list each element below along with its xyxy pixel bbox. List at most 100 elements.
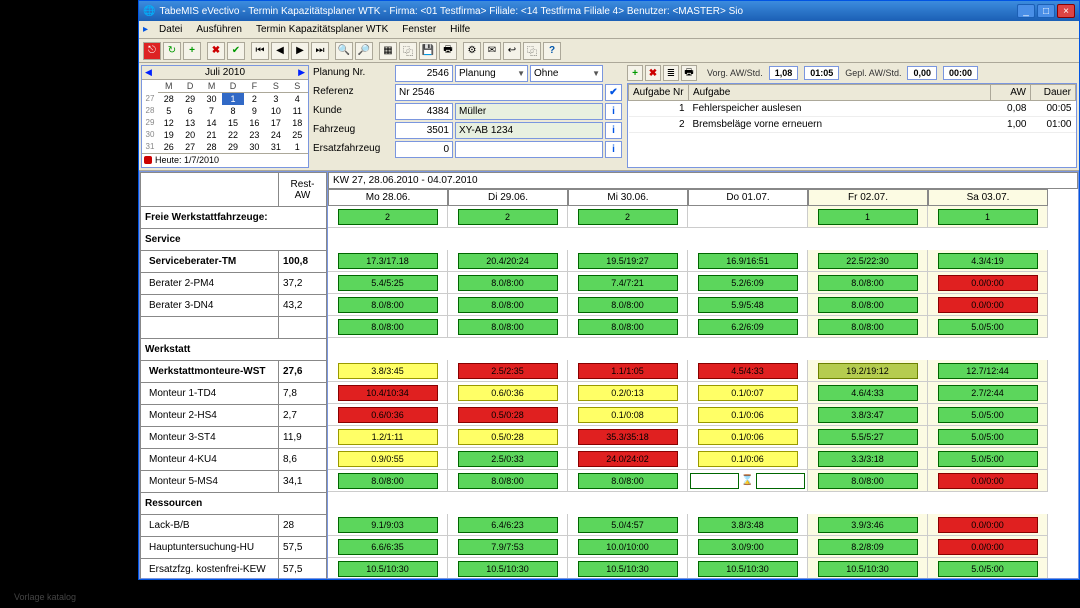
plan-select2[interactable]: Ohne — [530, 65, 603, 82]
zoom-icon[interactable]: 🔍 — [335, 42, 353, 60]
cal-day[interactable]: 29 — [222, 141, 243, 153]
today-label[interactable]: Heute: 1/7/2010 — [155, 155, 219, 165]
ers-field[interactable] — [455, 141, 603, 158]
capacity-pill[interactable]: 16.9/16:51 — [698, 253, 798, 269]
save-icon[interactable]: 💾 — [419, 42, 437, 60]
confirm-icon[interactable]: ✔ — [227, 42, 245, 60]
capacity-pill[interactable]: 5.5/5:27 — [818, 429, 918, 445]
capacity-pill[interactable]: 0.1/0:06 — [698, 407, 798, 423]
capacity-pill[interactable]: 0.0/0:00 — [938, 539, 1038, 555]
tool2-icon[interactable]: ↩ — [503, 42, 521, 60]
fzg-nr-field[interactable]: 3501 — [395, 122, 453, 139]
day-header[interactable]: Do 01.07. — [688, 189, 808, 206]
capacity-pill[interactable]: 3.8/3:48 — [698, 517, 798, 533]
capacity-pill[interactable]: 5.4/5:25 — [338, 275, 438, 291]
capacity-pill[interactable]: 2.7/2:44 — [938, 385, 1038, 401]
calendar[interactable]: ◀ Juli 2010 ▶ MDMDFSS2728293012342856789… — [141, 65, 309, 168]
task-print-icon[interactable]: 🖶 — [681, 65, 697, 81]
capacity-pill[interactable]: 0.0/0:00 — [938, 517, 1038, 533]
capacity-pill[interactable]: 6.2/6:09 — [698, 319, 798, 335]
capacity-pill[interactable]: 5.0/5:00 — [938, 429, 1038, 445]
cal-day[interactable]: 30 — [201, 93, 222, 105]
capacity-pill[interactable]: 19.5/19:27 — [578, 253, 678, 269]
ref-field[interactable]: Nr 2546 — [395, 84, 603, 101]
cal-day[interactable]: 4 — [287, 93, 308, 105]
capacity-pill[interactable]: 4.6/4:33 — [818, 385, 918, 401]
cal-day[interactable]: 30 — [244, 141, 265, 153]
capacity-pill[interactable]: 1 — [818, 209, 918, 225]
capacity-pill[interactable]: 17.3/17.18 — [338, 253, 438, 269]
capacity-pill[interactable]: 10.5/10:30 — [578, 561, 678, 577]
capacity-pill[interactable]: 3.3/3:18 — [818, 451, 918, 467]
cal-day[interactable]: 25 — [287, 129, 308, 141]
capacity-pill[interactable]: 3.0/9:00 — [698, 539, 798, 555]
fzg-field[interactable]: XY-AB 1234 — [455, 122, 603, 139]
cal-day[interactable]: 1 — [222, 93, 243, 105]
ers-info-icon[interactable]: i — [605, 141, 622, 158]
ref-ok-icon[interactable]: ✔ — [605, 84, 622, 101]
day-header[interactable]: Mi 30.06. — [568, 189, 688, 206]
cal-day[interactable]: 20 — [179, 129, 200, 141]
menu-fenster[interactable]: Fenster — [395, 23, 443, 36]
ers-nr-field[interactable]: 0 — [395, 141, 453, 158]
capacity-pill[interactable]: 8.0/8:00 — [338, 319, 438, 335]
cal-day[interactable]: 12 — [158, 117, 179, 129]
grid-icon[interactable]: ▦ — [379, 42, 397, 60]
cal-prev-icon[interactable]: ◀ — [145, 67, 152, 78]
col-dauer[interactable]: Dauer — [1031, 85, 1076, 101]
capacity-pill[interactable]: 8.0/8:00 — [338, 473, 438, 489]
capacity-pill[interactable]: 2 — [578, 209, 678, 225]
capacity-pill[interactable]: 8.2/8:09 — [818, 539, 918, 555]
capacity-pill[interactable]: 10.4/10:34 — [338, 385, 438, 401]
kunde-info-icon[interactable]: i — [605, 103, 622, 120]
help-icon[interactable]: ? — [543, 42, 561, 60]
cal-day[interactable]: 17 — [265, 117, 286, 129]
menu-ausfuehren[interactable]: Ausführen — [189, 23, 249, 36]
minimize-button[interactable]: _ — [1017, 4, 1035, 18]
cal-day[interactable]: 7 — [201, 105, 222, 117]
task-list-icon[interactable]: ≣ — [663, 65, 679, 81]
cal-day[interactable]: 3 — [265, 93, 286, 105]
capacity-pill[interactable]: 0.0/0:00 — [938, 275, 1038, 291]
cal-day[interactable]: 28 — [201, 141, 222, 153]
plan-nr-field[interactable]: 2546 — [395, 65, 453, 82]
capacity-pill[interactable]: 2.5/0:33 — [458, 451, 558, 467]
dup-icon[interactable]: ⿻ — [523, 42, 541, 60]
capacity-pill[interactable]: 1.1/1:05 — [578, 363, 678, 379]
capacity-pill[interactable]: 8.0/8:00 — [578, 473, 678, 489]
cal-day[interactable]: 10 — [265, 105, 286, 117]
cal-day[interactable]: 19 — [158, 129, 179, 141]
capacity-pill[interactable]: 5.0/5:00 — [938, 319, 1038, 335]
capacity-pill[interactable]: 10.0/10:00 — [578, 539, 678, 555]
tool1-icon[interactable]: ⚙ — [463, 42, 481, 60]
zoom2-icon[interactable]: 🔎 — [355, 42, 373, 60]
capacity-pill[interactable] — [690, 473, 739, 489]
day-header[interactable]: Mo 28.06. — [328, 189, 448, 206]
capacity-pill[interactable]: 8.0/8:00 — [818, 319, 918, 335]
menu-datei[interactable]: Datei — [152, 23, 189, 36]
menu-wtk[interactable]: Termin Kapazitätsplaner WTK — [249, 23, 395, 36]
capacity-pill[interactable] — [756, 473, 805, 489]
col-nr[interactable]: Aufgabe Nr — [629, 85, 689, 101]
capacity-pill[interactable]: 0.5/0:28 — [458, 429, 558, 445]
capacity-pill[interactable]: 19.2/19:12 — [818, 363, 918, 379]
capacity-pill[interactable]: 0.1/0:08 — [578, 407, 678, 423]
capacity-pill[interactable]: 1 — [938, 209, 1038, 225]
capacity-pill[interactable]: 5.0/4:57 — [578, 517, 678, 533]
maximize-button[interactable]: □ — [1037, 4, 1055, 18]
last-icon[interactable]: ⏭ — [311, 42, 329, 60]
kunde-field[interactable]: Müller — [455, 103, 603, 120]
cal-day[interactable]: 1 — [287, 141, 308, 153]
cal-day[interactable]: 21 — [201, 129, 222, 141]
cal-day[interactable]: 8 — [222, 105, 243, 117]
capacity-pill[interactable]: 8.0/8:00 — [578, 319, 678, 335]
capacity-pill[interactable]: 0.5/0:28 — [458, 407, 558, 423]
print-icon[interactable]: 🖶 — [439, 42, 457, 60]
capacity-pill[interactable]: 0.6/0:36 — [338, 407, 438, 423]
first-icon[interactable]: ⏮ — [251, 42, 269, 60]
task-row[interactable]: 1Fehlerspeicher auslesen0,0800:05 — [629, 101, 1076, 117]
cell-area[interactable]: KW 27, 28.06.2010 - 04.07.2010 Mo 28.06.… — [327, 171, 1079, 579]
copy-icon[interactable]: ⿻ — [399, 42, 417, 60]
cal-day[interactable]: 11 — [287, 105, 308, 117]
capacity-pill[interactable]: 6.6/6:35 — [338, 539, 438, 555]
